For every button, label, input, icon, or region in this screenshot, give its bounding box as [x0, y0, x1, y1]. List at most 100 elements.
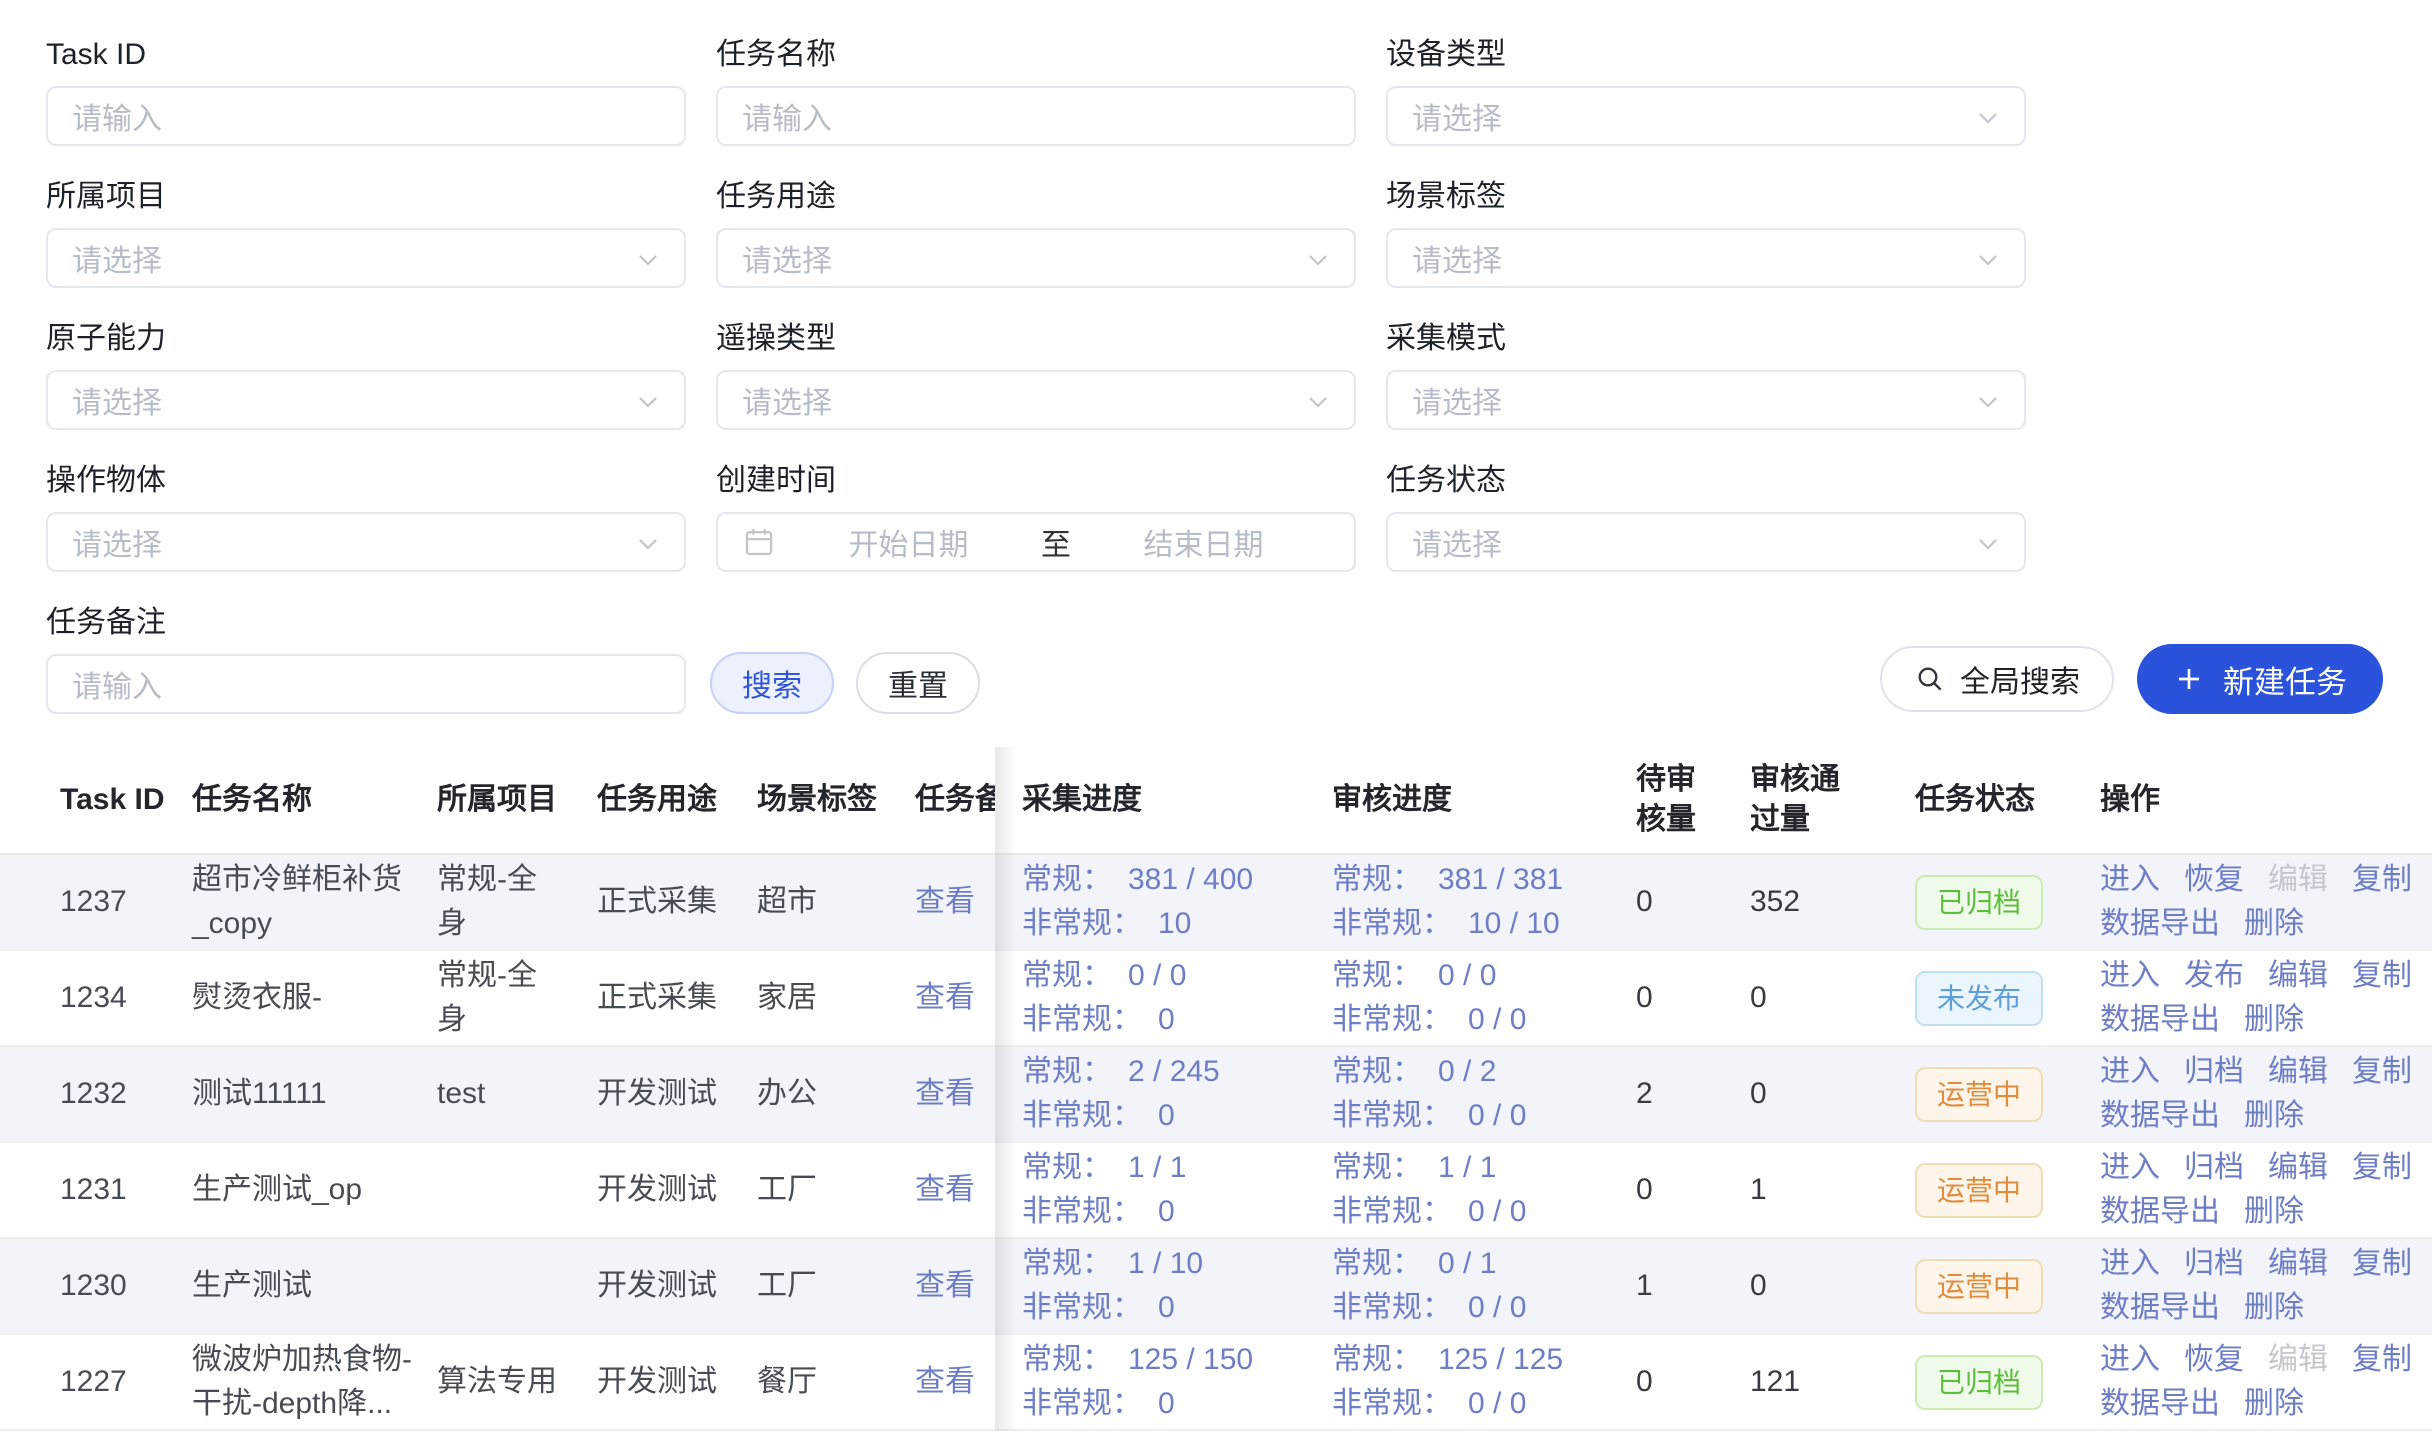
- action-publish[interactable]: 发布: [2184, 954, 2244, 998]
- reset-button[interactable]: 重置: [856, 652, 980, 714]
- task-table: Task ID 任务名称 所属项目 任务用途 场景标签 任务备注 采集进度 审核…: [0, 747, 2432, 1431]
- search-button[interactable]: 搜索: [710, 652, 834, 714]
- action-export[interactable]: 数据导出: [2100, 1382, 2220, 1426]
- cell-project: test: [437, 1072, 597, 1116]
- table-row: 1232 测试11111 test 开发测试 办公 查看 常规：2 / 245 …: [0, 1047, 2432, 1143]
- cell-task-name: 生产测试_op: [192, 1168, 437, 1212]
- table-row: 1231 生产测试_op 开发测试 工厂 查看 常规：1 / 1 非常规：0 常…: [0, 1143, 2432, 1239]
- view-note-link[interactable]: 查看: [915, 1269, 975, 1302]
- atomic-capability-select[interactable]: 请选择: [46, 370, 686, 430]
- new-task-button[interactable]: 新建任务: [2137, 644, 2383, 714]
- global-search-button[interactable]: 全局搜索: [1880, 646, 2114, 712]
- action-delete[interactable]: 删除: [2244, 1094, 2304, 1138]
- view-note-link[interactable]: 查看: [915, 981, 975, 1014]
- action-copy[interactable]: 复制: [2352, 1050, 2412, 1094]
- action-copy[interactable]: 复制: [2352, 1338, 2412, 1382]
- irregular-value: 0 / 0: [1468, 1195, 1526, 1228]
- cell-collect-progress: 常规：125 / 150 非常规：0: [995, 1338, 1332, 1426]
- action-enter[interactable]: 进入: [2100, 1050, 2160, 1094]
- chevron-down-icon: [1302, 244, 1334, 276]
- action-edit[interactable]: 编辑: [2268, 1146, 2328, 1190]
- action-edit[interactable]: 编辑: [2268, 1242, 2328, 1286]
- action-export[interactable]: 数据导出: [2100, 1190, 2220, 1234]
- cell-scene-tag: 办公: [757, 1072, 915, 1116]
- action-archive[interactable]: 归档: [2184, 1242, 2244, 1286]
- irregular-value: 0: [1158, 1003, 1175, 1036]
- cell-actions: 进入 恢复 编辑 复制 数据导出 删除: [2100, 858, 2432, 946]
- action-enter[interactable]: 进入: [2100, 954, 2160, 998]
- irregular-label: 非常规：: [1332, 1195, 1452, 1228]
- task-purpose-select[interactable]: 请选择: [716, 228, 1356, 288]
- action-export[interactable]: 数据导出: [2100, 1094, 2220, 1138]
- regular-label: 常规：: [1332, 959, 1422, 992]
- action-export[interactable]: 数据导出: [2100, 1286, 2220, 1330]
- header-project: 所属项目: [437, 780, 597, 820]
- action-delete[interactable]: 删除: [2244, 1286, 2304, 1330]
- task-id-input[interactable]: 请输入: [46, 86, 686, 146]
- action-enter[interactable]: 进入: [2100, 1146, 2160, 1190]
- chevron-down-icon: [632, 244, 664, 276]
- placeholder: 请选择: [72, 236, 162, 280]
- action-restore[interactable]: 恢复: [2184, 858, 2244, 902]
- view-note-link[interactable]: 查看: [915, 885, 975, 918]
- cell-task-name: 测试11111: [192, 1072, 437, 1116]
- irregular-value: 10: [1158, 907, 1191, 940]
- task-status-select[interactable]: 请选择: [1386, 512, 2026, 572]
- action-enter[interactable]: 进入: [2100, 1242, 2160, 1286]
- cell-actions: 进入 发布 编辑 复制 数据导出 删除: [2100, 954, 2432, 1042]
- action-copy[interactable]: 复制: [2352, 1242, 2412, 1286]
- action-copy[interactable]: 复制: [2352, 1146, 2412, 1190]
- date-range-input[interactable]: 开始日期 至 结束日期: [716, 512, 1356, 572]
- action-copy[interactable]: 复制: [2352, 954, 2412, 998]
- cell-task-status: 运营中: [1915, 1259, 2100, 1314]
- action-delete[interactable]: 删除: [2244, 902, 2304, 946]
- start-date-placeholder[interactable]: 开始日期: [782, 520, 1035, 564]
- chevron-down-icon: [1972, 244, 2004, 276]
- view-note-link[interactable]: 查看: [915, 1365, 975, 1398]
- action-edit[interactable]: 编辑: [2268, 1050, 2328, 1094]
- action-enter[interactable]: 进入: [2100, 1338, 2160, 1382]
- regular-value: 1 / 1: [1438, 1151, 1496, 1184]
- field-label: Task ID: [46, 40, 686, 70]
- regular-label: 常规：: [1022, 1247, 1112, 1280]
- action-edit[interactable]: 编辑: [2268, 954, 2328, 998]
- scene-tag-select[interactable]: 请选择: [1386, 228, 2026, 288]
- action-enter[interactable]: 进入: [2100, 858, 2160, 902]
- status-badge: 已归档: [1915, 1355, 2043, 1410]
- action-copy[interactable]: 复制: [2352, 858, 2412, 902]
- project-select[interactable]: 请选择: [46, 228, 686, 288]
- placeholder: 请选择: [1412, 520, 1502, 564]
- cell-task-name: 生产测试: [192, 1264, 437, 1308]
- placeholder: 请选择: [1412, 378, 1502, 422]
- action-archive[interactable]: 归档: [2184, 1050, 2244, 1094]
- action-export[interactable]: 数据导出: [2100, 902, 2220, 946]
- task-name-input[interactable]: 请输入: [716, 86, 1356, 146]
- action-archive[interactable]: 归档: [2184, 1146, 2244, 1190]
- cell-task-status: 未发布: [1915, 971, 2100, 1026]
- view-note-link[interactable]: 查看: [915, 1173, 975, 1206]
- view-note-link[interactable]: 查看: [915, 1077, 975, 1110]
- device-type-select[interactable]: 请选择: [1386, 86, 2026, 146]
- end-date-placeholder[interactable]: 结束日期: [1077, 520, 1330, 564]
- chevron-down-icon: [632, 528, 664, 560]
- collect-mode-select[interactable]: 请选择: [1386, 370, 2026, 430]
- operation-object-select[interactable]: 请选择: [46, 512, 686, 572]
- plus-icon: [2173, 663, 2205, 695]
- action-export[interactable]: 数据导出: [2100, 998, 2220, 1042]
- task-note-input[interactable]: 请输入: [46, 654, 686, 714]
- regular-value: 2 / 245: [1128, 1055, 1220, 1088]
- action-restore[interactable]: 恢复: [2184, 1338, 2244, 1382]
- cell-passed-count: 352: [1750, 880, 1915, 924]
- action-delete[interactable]: 删除: [2244, 1382, 2304, 1426]
- cell-passed-count: 0: [1750, 976, 1915, 1020]
- irregular-label: 非常规：: [1022, 1387, 1142, 1420]
- date-separator: 至: [1035, 520, 1077, 564]
- teleop-type-select[interactable]: 请选择: [716, 370, 1356, 430]
- action-delete[interactable]: 删除: [2244, 998, 2304, 1042]
- action-delete[interactable]: 删除: [2244, 1190, 2304, 1234]
- regular-label: 常规：: [1332, 1343, 1422, 1376]
- cell-task-id: 1237: [0, 880, 192, 924]
- chevron-down-icon: [1972, 102, 2004, 134]
- cell-scene-tag: 工厂: [757, 1264, 915, 1308]
- cell-collect-progress: 常规：381 / 400 非常规：10: [995, 858, 1332, 946]
